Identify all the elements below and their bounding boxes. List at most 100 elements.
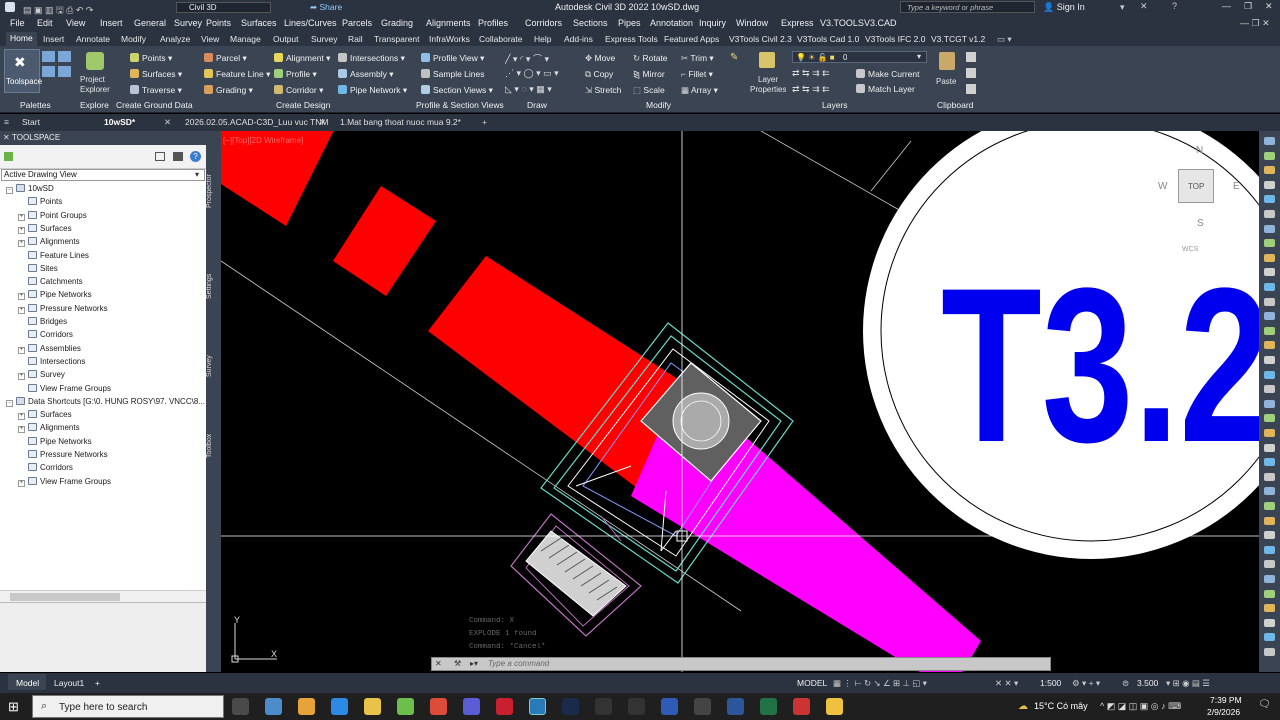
layer-properties-button[interactable]: Layer Properties xyxy=(748,50,786,98)
profile-view-button[interactable]: Profile View ▾ xyxy=(421,53,484,64)
assembly-button[interactable]: Assembly ▾ xyxy=(338,69,393,80)
scrollbar-thumb[interactable] xyxy=(10,593,120,601)
tab-help[interactable]: Help xyxy=(534,34,551,44)
command-customize-icon[interactable]: ⚒ xyxy=(454,659,461,668)
panel-palettes[interactable]: Palettes xyxy=(20,100,51,110)
toolspace-button[interactable]: ✖ Toolspace xyxy=(4,49,42,93)
points-button[interactable]: Points ▾ xyxy=(130,53,172,64)
viewcube-west[interactable]: W xyxy=(1158,181,1167,192)
cart-icon[interactable]: ▾ xyxy=(1120,2,1125,13)
navigation-tool-icon[interactable] xyxy=(1264,195,1275,204)
tab-view[interactable]: View xyxy=(201,34,219,44)
expander-icon[interactable]: - xyxy=(6,399,13,407)
exchange-icon[interactable]: ✕ xyxy=(1140,1,1148,12)
survey-icon[interactable] xyxy=(42,66,55,77)
navigation-tool-icon[interactable] xyxy=(1264,297,1275,306)
toolbox-icon[interactable] xyxy=(58,66,71,77)
tab-express-tools[interactable]: Express Tools xyxy=(605,34,658,44)
navigation-tool-icon[interactable] xyxy=(1264,253,1275,262)
menu-general[interactable]: General xyxy=(134,18,166,28)
expander-icon[interactable]: + xyxy=(18,306,25,314)
chrome-icon[interactable] xyxy=(430,698,447,715)
profile-button[interactable]: Profile ▾ xyxy=(274,69,317,80)
clock-time[interactable]: 7:39 PM xyxy=(1210,695,1242,705)
tree-item[interactable]: - 10wSD xyxy=(6,184,212,194)
tab-v3tools-cad-1-0[interactable]: V3Tools Cad 1.0 xyxy=(797,34,859,44)
drawing-svg[interactable]: T3.2 xyxy=(221,131,1259,672)
command-line[interactable]: ✕ ⚒ ▸▾ Type a command xyxy=(431,657,1051,671)
drawing-canvas[interactable]: T3.2 [−][Top][2D Wireframe] N W E S TOP … xyxy=(221,131,1259,672)
menu-points[interactable]: Points xyxy=(206,18,231,28)
layer-tools-row2[interactable]: ⇄ ⇆ ⇉ ⇇ xyxy=(792,84,830,95)
navigation-tool-icon[interactable] xyxy=(1264,326,1275,335)
menu-parcels[interactable]: Parcels xyxy=(342,18,372,28)
viewcube-south[interactable]: S xyxy=(1197,218,1204,229)
viewport-controls-label[interactable]: [−][Top][2D Wireframe] xyxy=(223,136,303,145)
label-text[interactable]: T3.2 xyxy=(941,242,1259,488)
navigation-tool-icon[interactable] xyxy=(1264,502,1275,510)
calculator-icon[interactable] xyxy=(265,698,282,715)
tab-v3-tcgt-v1-2[interactable]: V3.TCGT v1.2 xyxy=(931,34,985,44)
tree-item[interactable]: Points xyxy=(28,197,234,206)
alignment-button[interactable]: Alignment ▾ xyxy=(274,53,330,64)
move-button[interactable]: ✥ Move xyxy=(585,53,615,64)
navigation-tool-icon[interactable] xyxy=(1264,458,1275,467)
tab-survey[interactable]: Survey xyxy=(311,34,337,44)
status-tools-icons[interactable]: ▾ ⊞ ◉ ▤ ☰ xyxy=(1166,678,1210,689)
navigation-tool-icon[interactable] xyxy=(1264,589,1275,598)
maximize-button[interactable]: ❐ xyxy=(1244,1,1252,12)
copy-clip-icon[interactable] xyxy=(966,52,976,62)
menu-survey[interactable]: Survey xyxy=(174,18,202,28)
expander-icon[interactable]: + xyxy=(18,240,25,248)
viewcube-top-face[interactable]: TOP xyxy=(1178,169,1214,203)
menu-pipes[interactable]: Pipes xyxy=(618,18,641,28)
command-input[interactable]: Type a command xyxy=(488,659,549,668)
side-tab-prospector[interactable]: Prospector xyxy=(206,156,221,226)
weather-text[interactable]: 15°C Có mây xyxy=(1034,701,1088,711)
toolspace-close-icon[interactable]: ✕ xyxy=(3,133,10,142)
tree-item[interactable]: Corridors xyxy=(28,330,234,339)
expander-icon[interactable]: + xyxy=(18,346,25,354)
menu-view[interactable]: View xyxy=(66,18,85,28)
panel-layers[interactable]: Layers xyxy=(822,100,848,110)
app-icon[interactable] xyxy=(463,698,480,715)
navigation-tool-icon[interactable] xyxy=(1264,210,1275,218)
navigation-tool-icon[interactable] xyxy=(1264,239,1275,248)
file-menu-icon[interactable]: ≡ xyxy=(4,117,9,127)
minimize-button[interactable]: — xyxy=(1222,1,1231,11)
copilot-icon[interactable] xyxy=(298,698,315,715)
word-icon[interactable] xyxy=(727,698,744,715)
leader-line[interactable] xyxy=(660,530,677,552)
navigation-tool-icon[interactable] xyxy=(1264,224,1275,233)
tab-rail[interactable]: Rail xyxy=(348,34,363,44)
tab-manage[interactable]: Manage xyxy=(230,34,261,44)
tree-item[interactable]: Pipe Networks xyxy=(28,436,234,446)
menu-grading[interactable]: Grading xyxy=(381,18,413,28)
navigation-tool-icon[interactable] xyxy=(1264,180,1275,189)
taskbar-search[interactable]: ⌕ Type here to search xyxy=(32,695,224,718)
menu-window[interactable]: Window xyxy=(736,18,768,28)
navigation-tool-icon[interactable] xyxy=(1264,312,1275,321)
navigation-tool-icon[interactable] xyxy=(1264,531,1275,540)
tree-item[interactable]: + Surfaces xyxy=(18,223,224,234)
windows-start-icon[interactable]: ⊞ xyxy=(8,699,19,715)
menu-v3-tools[interactable]: V3.TOOLS xyxy=(820,18,864,28)
wcs-label[interactable]: WCS xyxy=(1182,246,1198,253)
add-layout-button[interactable]: + xyxy=(95,678,100,688)
side-tab-settings[interactable]: Settings xyxy=(206,251,221,321)
navigation-tool-icon[interactable] xyxy=(1264,370,1275,379)
tab-v3tools-civil-2-3[interactable]: V3Tools Civil 2.3 xyxy=(729,34,792,44)
draw-line-icon[interactable]: ╱ ▾ ◜ ▾ ⌒ ▾ xyxy=(505,52,549,65)
expander-icon[interactable]: + xyxy=(18,213,25,221)
prospector-icon[interactable] xyxy=(42,51,55,62)
workspace-icon[interactable]: ⊜ xyxy=(1122,678,1129,689)
traverse-button[interactable]: Traverse ▾ xyxy=(130,85,182,96)
tab-transparent[interactable]: Transparent xyxy=(374,34,420,44)
tree-item[interactable]: Corridors xyxy=(28,463,234,472)
ribbon-minimize-icon[interactable]: ▭ ▾ xyxy=(997,34,1012,45)
viewcube-east[interactable]: E xyxy=(1233,181,1240,192)
make-current-button[interactable]: Make Current xyxy=(856,69,920,79)
settings-icons[interactable]: ⚙ ▾ + ▾ xyxy=(1072,678,1100,689)
tree-item[interactable]: + Point Groups xyxy=(18,210,224,221)
copy-button[interactable]: ⧉ Copy xyxy=(585,69,613,80)
